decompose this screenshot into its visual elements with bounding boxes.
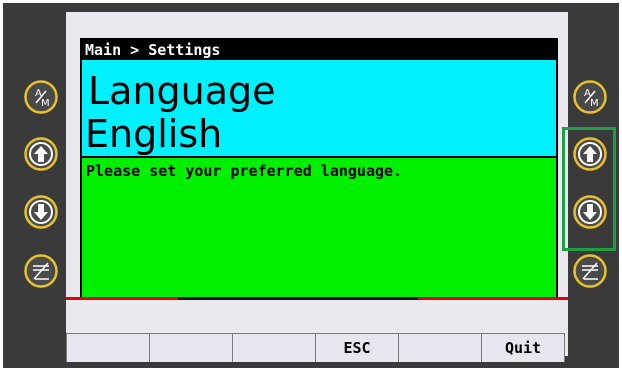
- right-enter-button[interactable]: [573, 254, 607, 288]
- softkey-1[interactable]: [66, 334, 150, 362]
- left-up-button[interactable]: [24, 137, 58, 171]
- svg-text:M: M: [590, 98, 599, 109]
- left-enter-button[interactable]: [24, 254, 58, 288]
- auto-manual-icon: A M: [24, 80, 58, 114]
- help-message: Please set your preferred language.: [86, 162, 403, 180]
- softkey-bar: ESC Quit: [66, 333, 565, 362]
- softkey-3[interactable]: [233, 334, 316, 362]
- navigation-highlight: [562, 127, 616, 251]
- setting-name: Language: [88, 69, 276, 113]
- right-auto-manual-button[interactable]: A M: [573, 80, 607, 114]
- softkey-5[interactable]: [399, 334, 482, 362]
- breadcrumb: Main > Settings: [82, 40, 556, 60]
- setting-title-block: Language English: [82, 60, 556, 156]
- softkey-esc[interactable]: ESC: [316, 334, 399, 362]
- status-line-segment: [178, 297, 418, 300]
- message-area: Please set your preferred language.: [82, 156, 556, 298]
- arrow-up-icon: [24, 137, 58, 171]
- enter-icon: [573, 254, 607, 288]
- lcd-screen: Main > Settings Language English Please …: [80, 38, 558, 300]
- softkey-quit[interactable]: Quit: [482, 334, 565, 362]
- setting-value[interactable]: English: [85, 115, 222, 153]
- left-auto-manual-button[interactable]: A M: [24, 80, 58, 114]
- enter-icon: [24, 254, 58, 288]
- softkey-2[interactable]: [150, 334, 233, 362]
- auto-manual-icon: A M: [573, 80, 607, 114]
- arrow-down-icon: [24, 195, 58, 229]
- left-down-button[interactable]: [24, 195, 58, 229]
- svg-text:M: M: [41, 98, 50, 109]
